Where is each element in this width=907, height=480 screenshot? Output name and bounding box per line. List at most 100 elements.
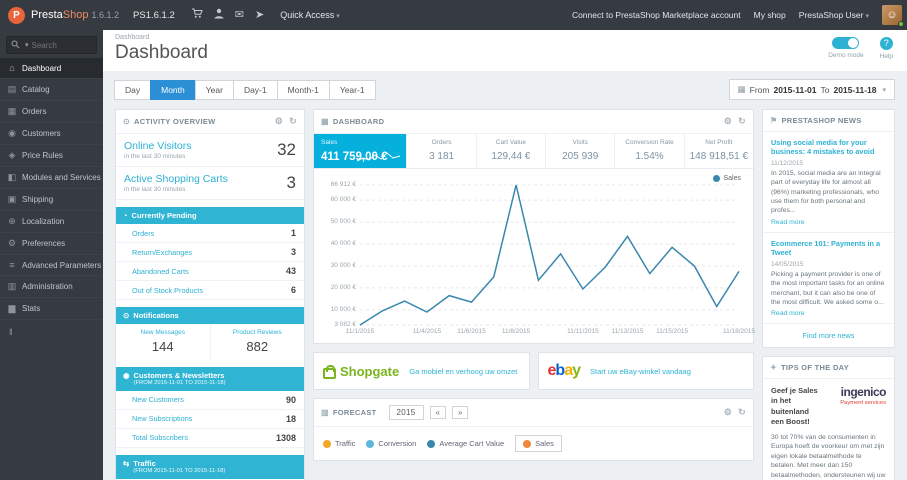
article-headline[interactable]: Ecommerce 101: Payments in a Tweet: [771, 239, 886, 258]
shopgate-link[interactable]: Ga mobiel en verhoog uw omzet: [409, 367, 517, 376]
forecast-prev-button[interactable]: «: [429, 406, 446, 419]
new-subscriptions-row[interactable]: New Subscriptions 18: [116, 410, 304, 429]
sidebar-item-stats[interactable]: ▆ Stats: [0, 298, 103, 320]
shopgate-promo[interactable]: Shopgate Ga mobiel en verhoog uw omzet: [313, 352, 530, 390]
abandoned-carts-row[interactable]: Abandoned Carts 43: [116, 262, 304, 281]
legend-dot: [713, 175, 721, 182]
search-input[interactable]: [31, 40, 88, 50]
sidebar-item-administration[interactable]: ▥ Administration: [0, 276, 103, 298]
new-messages-cell[interactable]: New Messages 144: [116, 324, 211, 360]
kpi-conversion-rate[interactable]: Conversion Rate 1.54%: [614, 134, 683, 168]
sidebar-item-price-rules[interactable]: ◈ Price Rules: [0, 145, 103, 167]
sidebar-item-orders[interactable]: ▦ Orders: [0, 101, 103, 123]
quick-access-menu[interactable]: Quick Access ▾: [280, 10, 340, 20]
forecast-year-select[interactable]: 2015: [388, 405, 424, 420]
gear-icon[interactable]: ⚙: [724, 116, 732, 127]
range-button-year[interactable]: Year: [194, 79, 234, 100]
marketplace-link[interactable]: Connect to PrestaShop Marketplace accoun…: [572, 10, 741, 20]
out-of-stock-row[interactable]: Out of Stock Products 6: [116, 281, 304, 300]
prestashop-news-panel: ⚑ PRESTASHOP NEWS Using social media for…: [762, 109, 895, 349]
kpi-cart-value[interactable]: Cart Value 129,44 €: [475, 134, 545, 168]
news-article: Ecommerce 101: Payments in a Tweet 14/05…: [763, 233, 894, 325]
article-headline[interactable]: Using social media for your business: 4 …: [771, 138, 886, 157]
avatar[interactable]: ☺: [882, 5, 904, 27]
date-range-picker[interactable]: ▦ From 2015-11-01 To 2015-11-18 ▾: [728, 79, 895, 100]
forecast-legend-conversion[interactable]: Conversion: [366, 439, 416, 448]
flag-icon: ⚑: [770, 116, 778, 125]
sidebar-item-customers[interactable]: ◉ Customers: [0, 123, 103, 145]
kpi-sales[interactable]: Sales 411 759,00 €: [314, 134, 407, 168]
x-axis-tick: 11/6/2015: [457, 328, 486, 335]
forecast-legend-sales[interactable]: Sales: [515, 435, 562, 452]
sidebar-item-label: Modules and Services: [22, 173, 101, 182]
user-icon[interactable]: [214, 8, 224, 22]
help-icon[interactable]: ?: [879, 37, 893, 50]
date-to: 2015-11-18: [833, 84, 877, 95]
x-axis-tick: 11/1/2015: [345, 328, 375, 335]
customers-subtitle: (FROM 2015-11-01 TO 2015-11-18): [133, 380, 226, 386]
ebay-promo[interactable]: ebay Start uw eBay-winkel vandaag: [537, 352, 754, 390]
gear-icon[interactable]: ⚙: [724, 407, 732, 418]
refresh-icon[interactable]: ↻: [289, 116, 297, 127]
total-subscribers-row[interactable]: Total Subscribers 1308: [116, 429, 304, 448]
range-button-day[interactable]: Day: [114, 79, 152, 100]
forecast-legend-average-cart-value[interactable]: Average Cart Value: [427, 439, 504, 448]
ebay-link[interactable]: Start uw eBay-winkel vandaag: [590, 367, 691, 376]
product-reviews-cell[interactable]: Product Reviews 882: [211, 324, 305, 360]
search-scope-caret-icon[interactable]: ▾: [25, 41, 29, 49]
user-menu[interactable]: PrestaShop User ▾: [799, 10, 869, 20]
sidebar-item-shipping[interactable]: ▣ Shipping: [0, 189, 103, 211]
gear-icon[interactable]: ⚙: [275, 116, 283, 127]
active-carts-value: 3: [286, 173, 296, 192]
range-button-day-1[interactable]: Day-1: [232, 79, 278, 100]
sidebar-item-preferences[interactable]: ⚙ Preferences: [0, 233, 103, 255]
kpi-orders[interactable]: Orders 3 181: [406, 134, 475, 168]
find-more-news-link[interactable]: Find more news: [763, 324, 894, 347]
chart-legend[interactable]: Sales: [713, 175, 741, 182]
content: Day Month Year Day-1 Month-1 Year-1 ▦ Fr…: [103, 71, 907, 480]
sidebar-item-catalog[interactable]: ▤ Catalog: [0, 79, 103, 101]
sidebar-item-dashboard[interactable]: ⌂ Dashboard: [0, 58, 103, 79]
my-shop-link[interactable]: My shop: [754, 10, 786, 20]
sidebar-collapse-toggle[interactable]: ‖: [0, 320, 103, 344]
rocket-icon[interactable]: ➤: [255, 9, 264, 21]
refresh-icon[interactable]: ↻: [738, 116, 746, 127]
truck-icon: ▣: [7, 194, 17, 204]
dashboard-panel: ▦ DASHBOARD ⚙ ↻ Sales 411 759,00 € Order…: [313, 109, 755, 344]
cart-icon[interactable]: [191, 8, 203, 22]
sidebar-item-label: Localization: [22, 217, 65, 226]
range-button-month[interactable]: Month: [150, 79, 196, 100]
y-axis-tick: 3 082 €: [334, 321, 356, 328]
range-button-month-1[interactable]: Month-1: [276, 79, 330, 100]
active-carts-link[interactable]: Active Shopping Carts: [124, 173, 228, 185]
demo-mode-toggle[interactable]: [832, 37, 860, 49]
online-visitors-link[interactable]: Online Visitors: [124, 140, 192, 152]
shopping-bag-icon: [323, 364, 336, 379]
mail-icon[interactable]: ✉: [235, 9, 244, 21]
new-customers-row[interactable]: New Customers 90: [116, 391, 304, 410]
sidebar-item-localization[interactable]: ⊕ Localization: [0, 211, 103, 233]
x-axis-tick: 11/11/2015: [567, 328, 599, 335]
prestashop-logo[interactable]: P: [8, 6, 25, 24]
kpi-net-profit[interactable]: Net Profit 148 918,51 €: [683, 134, 753, 168]
brand-shop: Shop: [62, 9, 89, 21]
range-button-year-1[interactable]: Year-1: [328, 79, 376, 100]
notifications-title: Notifications: [133, 311, 179, 320]
y-axis-tick: 66 912 €: [330, 181, 356, 188]
pending-orders-row[interactable]: Orders 1: [116, 224, 304, 243]
demo-mode-control: Demo mode: [828, 37, 864, 60]
chevron-down-icon: ▾: [882, 86, 886, 94]
article-date: 14/05/2015: [771, 260, 804, 268]
sidebar-item-advanced-parameters[interactable]: ≡ Advanced Parameters: [0, 255, 103, 276]
active-carts-metric: Active Shopping Carts in the last 30 min…: [116, 167, 304, 200]
breadcrumb[interactable]: Dashboard: [115, 34, 895, 41]
pending-returns-row[interactable]: Return/Exchanges 3: [116, 243, 304, 262]
forecast-legend-traffic[interactable]: Traffic: [323, 439, 355, 448]
read-more-link[interactable]: Read more: [771, 310, 805, 317]
forecast-next-button[interactable]: »: [451, 406, 469, 419]
kpi-visits[interactable]: Visits 205 939: [545, 134, 614, 168]
sidebar-item-modules[interactable]: ◧ Modules and Services: [0, 167, 103, 189]
sidebar-item-label: Shipping: [22, 195, 54, 204]
refresh-icon[interactable]: ↻: [738, 407, 746, 418]
read-more-link[interactable]: Read more: [771, 219, 805, 226]
